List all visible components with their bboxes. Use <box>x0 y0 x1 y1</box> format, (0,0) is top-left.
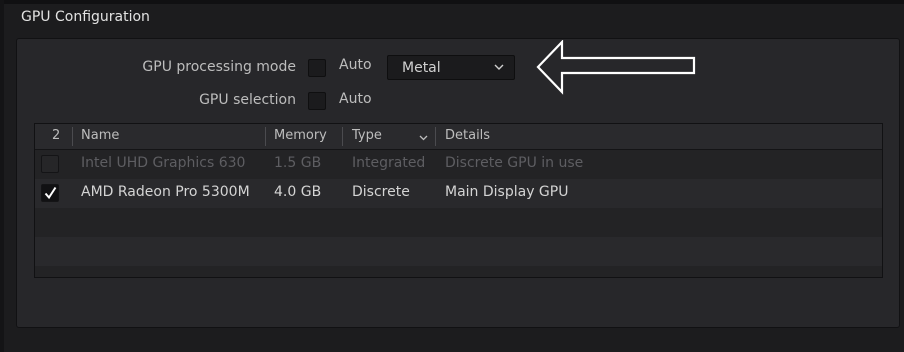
window-left-edge <box>0 0 4 352</box>
processing-auto-checkbox[interactable] <box>308 59 326 77</box>
row-name: Intel UHD Graphics 630 <box>81 155 246 171</box>
window-top-edge <box>0 0 904 4</box>
section-title: GPU Configuration <box>21 9 150 25</box>
processing-auto-label: Auto <box>339 57 372 73</box>
row-name: AMD Radeon Pro 5300M <box>81 184 250 200</box>
selection-auto-label: Auto <box>339 91 372 107</box>
gpu-table: 2 Name Memory Type Details Intel UHD Gra… <box>34 123 883 278</box>
chevron-down-icon <box>494 64 504 70</box>
row-type: Integrated <box>352 155 426 171</box>
row-details: Main Display GPU <box>445 184 569 200</box>
row-checkbox[interactable] <box>41 155 59 173</box>
empty-row <box>35 237 882 266</box>
column-divider <box>342 127 343 146</box>
row-checkbox[interactable] <box>41 184 59 202</box>
checkmark-icon <box>44 186 57 200</box>
gpu-selection-label: GPU selection <box>199 92 296 108</box>
row-details: Discrete GPU in use <box>445 155 584 171</box>
gpu-processing-mode-label: GPU processing mode <box>142 59 296 75</box>
row-memory: 4.0 GB <box>274 184 322 200</box>
table-row[interactable]: AMD Radeon Pro 5300M 4.0 GB Discrete Mai… <box>35 179 882 208</box>
column-details[interactable]: Details <box>445 128 490 143</box>
empty-row <box>35 208 882 237</box>
empty-row <box>35 266 882 277</box>
table-row[interactable]: Intel UHD Graphics 630 1.5 GB Integrated… <box>35 150 882 179</box>
column-divider <box>265 127 266 146</box>
column-name[interactable]: Name <box>81 128 119 143</box>
column-count: 2 <box>52 128 61 143</box>
row-type: Discrete <box>352 184 410 200</box>
processing-mode-select[interactable]: Metal <box>387 55 515 80</box>
chevron-down-icon[interactable] <box>418 132 429 143</box>
selection-auto-checkbox[interactable] <box>308 92 326 110</box>
processing-mode-value: Metal <box>402 60 441 76</box>
column-memory[interactable]: Memory <box>274 128 327 143</box>
column-divider <box>435 127 436 146</box>
row-memory: 1.5 GB <box>274 155 322 171</box>
column-type[interactable]: Type <box>352 128 382 143</box>
table-header: 2 Name Memory Type Details <box>35 124 882 150</box>
column-divider <box>72 127 73 146</box>
arrow-left-icon <box>536 40 696 95</box>
